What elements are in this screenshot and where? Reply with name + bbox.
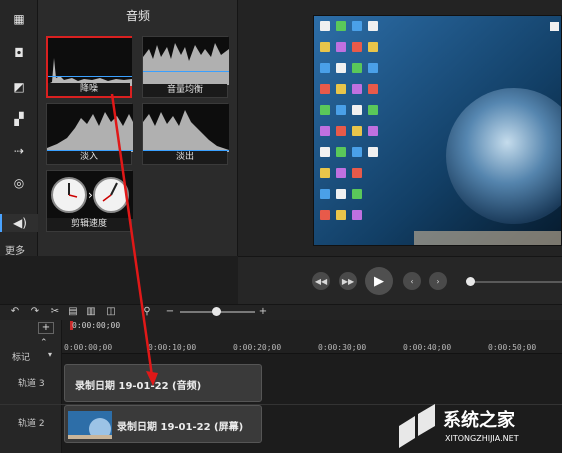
watermark-logo: 系统之家 XITONGZHIJIA.NET [399, 404, 519, 448]
watermark-brand: 系统之家 [443, 409, 516, 431]
watermark-url: XITONGZHIJIA.NET [445, 434, 519, 443]
annotation-arrow [110, 93, 158, 386]
